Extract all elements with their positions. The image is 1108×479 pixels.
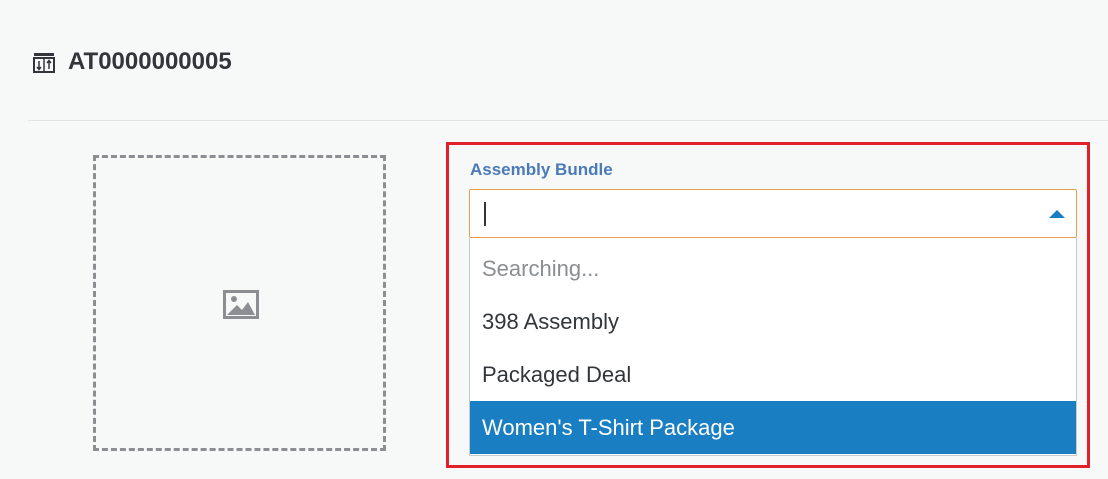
header-divider: [28, 120, 1108, 121]
dropdown-toggle-button[interactable]: [1044, 200, 1070, 228]
page-title: AT0000000005: [68, 48, 232, 75]
dropdown-option[interactable]: Packaged Deal: [470, 348, 1076, 401]
dropdown-status-searching: Searching...: [482, 256, 600, 281]
dropdown-option-selected[interactable]: Women's T-Shirt Package: [470, 401, 1076, 454]
page-header: AT0000000005: [0, 0, 1108, 120]
dropdown-option[interactable]: 398 Assembly: [470, 295, 1076, 348]
assembly-bundle-label: Assembly Bundle: [470, 160, 613, 179]
table-icon: [33, 52, 55, 73]
caret-up-icon: [1049, 210, 1065, 218]
assembly-bundle-combobox[interactable]: [469, 189, 1077, 238]
assembly-bundle-dropdown: Searching... 398 Assembly Packaged Deal …: [469, 238, 1077, 456]
text-cursor: [484, 202, 486, 226]
image-icon: [223, 290, 259, 319]
